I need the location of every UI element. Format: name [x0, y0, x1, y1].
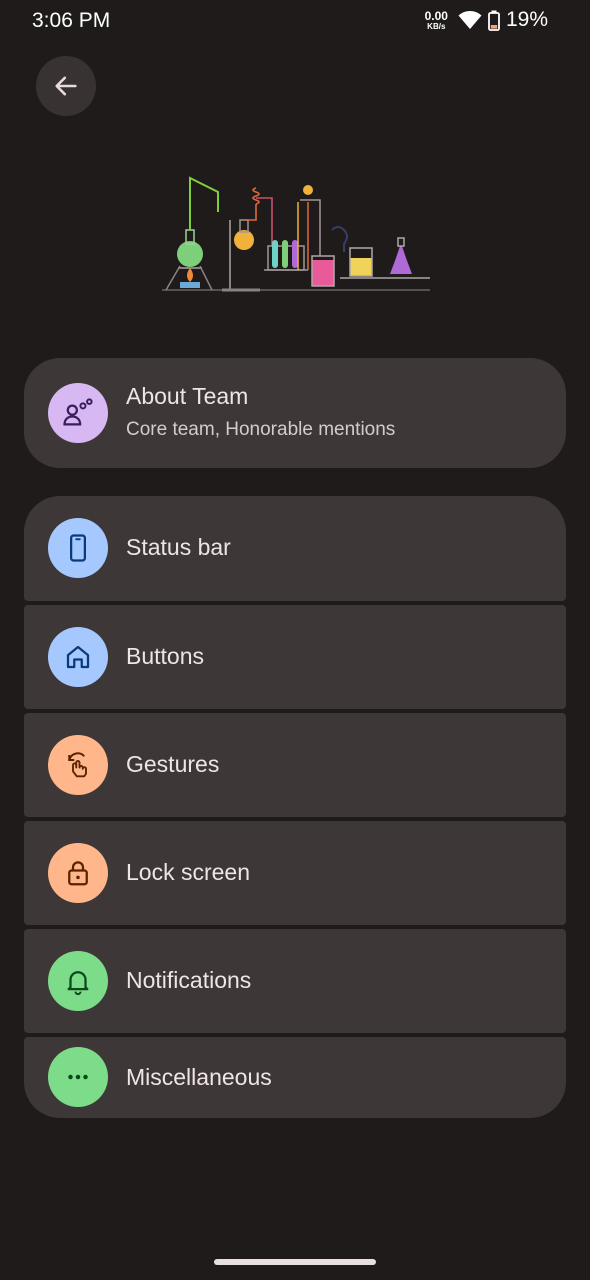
menu-label-status-bar: Status bar — [126, 534, 231, 560]
menu-item-lock-screen[interactable]: Lock screen — [24, 821, 566, 925]
network-speed-value: 0.00 — [424, 8, 448, 23]
menu-label-notifications: Notifications — [126, 967, 252, 993]
lock-icon — [68, 861, 88, 886]
buttons-icon-circle — [48, 627, 108, 687]
miscellaneous-icon-circle — [48, 1047, 108, 1107]
about-team-icon-circle — [48, 383, 108, 443]
gestures-icon-circle — [48, 735, 108, 795]
network-speed: 0.00 KB/s — [425, 10, 448, 31]
network-speed-unit: KB/s — [427, 21, 446, 31]
about-team-title: About Team — [126, 383, 249, 409]
wifi-icon — [458, 11, 482, 29]
home-indicator[interactable] — [214, 1259, 376, 1265]
battery-icon — [488, 10, 500, 31]
battery-percent: 19% — [505, 8, 548, 31]
lock-screen-icon-circle — [48, 843, 108, 903]
more-icon — [68, 1074, 88, 1080]
home-icon — [66, 645, 90, 669]
about-team-card[interactable]: About Team Core team, Honorable mentions — [24, 358, 566, 468]
menu-item-buttons[interactable]: Buttons — [24, 605, 566, 709]
menu-label-buttons: Buttons — [126, 643, 204, 669]
lab-illustration — [162, 176, 430, 292]
menu-item-notifications[interactable]: Notifications — [24, 929, 566, 1033]
menu-item-status-bar[interactable]: Status bar — [24, 496, 566, 601]
bell-icon — [67, 971, 89, 996]
status-bar: 3:06 PM 0.00 KB/s 19% — [0, 0, 590, 44]
status-icons: 0.00 KB/s 19% — [425, 8, 548, 32]
gesture-icon — [68, 752, 87, 778]
status-bar-icon-circle — [48, 518, 108, 578]
team-icon — [63, 398, 93, 426]
notifications-icon-circle — [48, 951, 108, 1011]
menu-item-miscellaneous[interactable]: Miscellaneous — [24, 1037, 566, 1118]
menu-label-miscellaneous: Miscellaneous — [126, 1064, 272, 1090]
status-time: 3:06 PM — [32, 9, 111, 32]
about-team-subtitle: Core team, Honorable mentions — [126, 419, 396, 440]
arrow-left-icon — [55, 76, 77, 96]
back-button[interactable] — [36, 56, 96, 116]
menu-item-gestures[interactable]: Gestures — [24, 713, 566, 817]
menu-label-gestures: Gestures — [126, 751, 220, 777]
menu-label-lock-screen: Lock screen — [126, 859, 251, 885]
phone-icon — [70, 534, 86, 562]
